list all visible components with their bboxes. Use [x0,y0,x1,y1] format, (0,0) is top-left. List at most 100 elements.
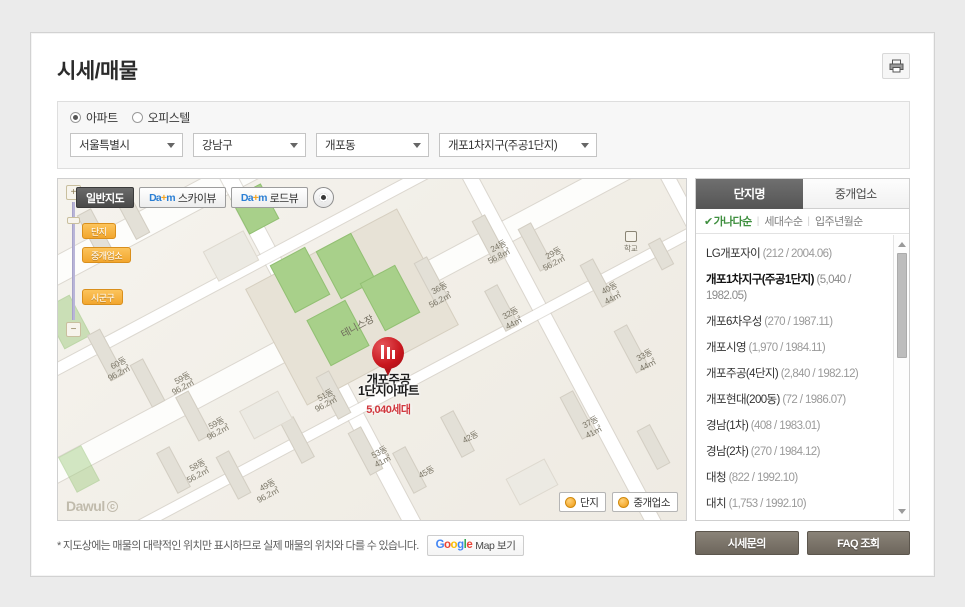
list-item-name: 경남(1차) [706,420,749,432]
google-map-button[interactable]: Google Map 보기 [426,534,525,556]
content-card: 시세/매물 아파트 오피스텔 서울특별시 강남구 개포동 개포1차지구(주공1단… [30,32,935,577]
list-item[interactable]: 경남(1차) (408 / 1983.01) [706,413,885,439]
radio-apartment[interactable]: 아파트 [70,109,118,126]
list-item-meta: (72 / 1986.07) [779,394,846,406]
region-select-row: 서울특별시 강남구 개포동 개포1차지구(주공1단지) [70,133,597,157]
chevron-down-icon [167,143,175,148]
legend-agency[interactable]: 중개업소 [612,492,678,512]
list-item-meta: (822 / 1992.10) [725,472,799,484]
scrollbar-thumb[interactable] [897,253,907,358]
faq-button[interactable]: FAQ 조회 [806,531,910,555]
map-type-roadview[interactable]: Da+m 로드뷰 [230,187,309,208]
map-watermark-text: Dawul [66,498,105,514]
copyright-icon: c [106,500,118,512]
tab-agency[interactable]: 중개업소 [802,179,909,209]
printer-icon [889,59,903,73]
map-legend: 단지 중개업소 [559,492,678,512]
google-logo-icon: Google [435,539,473,551]
map-type-normal-label: 일반지도 [86,192,125,205]
print-button[interactable] [882,53,910,79]
select-complex-value: 개포1차지구(주공1단지) [448,140,558,152]
list-item-name: 개포1차지구(주공1단지) [706,274,814,286]
map-type-skyview[interactable]: Da+m 스카이뷰 [139,187,226,208]
sort-alphabetical[interactable]: ✔가나다순 [704,213,752,229]
orange-dot-icon [565,496,577,508]
legend-danji-label: 단지 [580,496,599,509]
list-item-meta: (270 / 1987.11) [761,316,833,328]
map-viewport[interactable]: 테니스장 59동 96.2㎡ 59동 96.2㎡ 51동 96.2㎡ 53동 41㎡ 56.2㎡ 3… [57,178,687,521]
zoom-out-button[interactable]: − [66,322,81,337]
orange-dot-icon [618,496,630,508]
scroll-down-button[interactable] [896,505,908,517]
marker-name-line2: 1단지아파트 [358,384,419,398]
select-sido[interactable]: 서울특별시 [70,133,183,157]
list-item[interactable]: 경남(2차) (270 / 1984.12) [706,439,885,465]
panel-tabs: 단지명 중개업소 [696,179,909,209]
radio-officetel-label: 오피스텔 [147,111,191,125]
map-marker-selected-complex[interactable]: 개포주공 1단지아파트 5,040세대 [358,337,419,417]
sort-bar: ✔가나다순 | 세대수순 | 입주년월순 [696,209,909,234]
legend-agency-label: 중개업소 [633,496,670,509]
complex-list-scroll-area[interactable]: LG개포자이 (212 / 2004.06) 개포1차지구(주공1단지) (5,0… [696,235,909,520]
radio-officetel[interactable]: 오피스텔 [131,109,191,126]
chevron-down-icon [581,143,589,148]
list-item-name: LG개포자이 [706,248,761,260]
marker-households: 5,040세대 [366,404,411,416]
list-item-meta: (1,970 / 1984.11) [745,342,826,354]
map-pill-danji[interactable]: 단지 [82,223,116,239]
list-item-meta: (212 / 2004.06) [760,248,833,260]
map-pill-region[interactable]: 시군구 [82,289,124,305]
radio-dot-icon [70,112,81,123]
list-item[interactable]: LG개포자이 (212 / 2004.06) [706,241,885,267]
page-root: 시세/매물 아파트 오피스텔 서울특별시 강남구 개포동 개포1차지구(주공1단… [0,0,965,607]
complex-list-panel: 단지명 중개업소 ✔가나다순 | 세대수순 | 입주년월순 LG개포자이 (21… [695,178,910,521]
scroll-up-button[interactable] [896,238,908,250]
tab-complex-name[interactable]: 단지명 [696,179,803,209]
school-icon [624,231,637,242]
map-type-roadview-label: 로드뷰 [269,192,299,205]
price-inquiry-button[interactable]: 시세문의 [695,531,799,555]
list-item-name: 경남(2차) [706,446,749,458]
list-item-meta: (408 / 1983.01) [748,420,821,432]
list-item[interactable]: 개포시영 (1,970 / 1984.11) [706,335,885,361]
map-type-normal[interactable]: 일반지도 [76,187,135,208]
daum-logo-icon: Da+m [149,191,175,204]
roadview-target-icon[interactable] [313,187,335,208]
sort-movein-date[interactable]: 입주년월순 [815,213,863,229]
chevron-down-icon [413,143,421,148]
property-type-radio-group: 아파트 오피스텔 [70,109,190,126]
select-sido-value: 서울특별시 [79,140,130,152]
divider: | [756,215,760,227]
list-item-meta: (270 / 1984.12) [748,446,821,458]
list-item-name: 대청 [706,472,727,484]
list-item[interactable]: 대청 (822 / 1992.10) [706,465,885,491]
select-dong[interactable]: 개포동 [316,133,429,157]
map-disclaimer-text: * 지도상에는 매물의 대략적인 위치만 표시하므로 실제 매물의 위치와 다를… [57,540,419,552]
google-map-button-label: Map 보기 [475,539,516,552]
select-dong-value: 개포동 [325,140,356,152]
list-item-name: 개포6차우성 [706,316,762,328]
legend-danji[interactable]: 단지 [559,492,607,512]
caret-up-icon [898,241,906,247]
apartment-pin-icon [372,337,405,377]
list-item[interactable]: 개포현대(200동) (72 / 1986.07) [706,387,885,413]
panel-action-buttons: 시세문의 FAQ 조회 [695,531,910,555]
list-scrollbar[interactable] [893,235,909,520]
map-canvas[interactable]: 테니스장 59동 96.2㎡ 59동 96.2㎡ 51동 96.2㎡ 53동 41㎡ 56.2㎡ 3… [58,179,686,520]
map-poi-school[interactable]: 학교 [624,231,638,254]
map-disclaimer: * 지도상에는 매물의 대략적인 위치만 표시하므로 실제 매물의 위치와 다를… [57,531,687,559]
caret-down-icon [898,508,906,514]
select-complex[interactable]: 개포1차지구(주공1단지) [439,133,597,157]
select-gugun[interactable]: 강남구 [193,133,306,157]
list-item[interactable]: 개포주공(4단지) (2,840 / 1982.12) [706,361,885,387]
map-type-switcher: 일반지도 Da+m 스카이뷰 Da+m 로드뷰 [76,187,335,208]
list-item[interactable]: 개포6차우성 (270 / 1987.11) [706,309,885,335]
check-icon: ✔ [704,216,713,228]
map-pill-agency[interactable]: 중개업소 [82,247,132,263]
list-item[interactable]: 대치 (1,753 / 1992.10) [706,491,885,517]
radio-dot-icon [131,112,143,123]
sort-households[interactable]: 세대수순 [764,213,803,229]
list-item-name: 대치 [706,498,727,510]
list-item[interactable]: 개포1차지구(주공1단지) (5,040 / 1982.05) [706,267,885,309]
zoom-slider-handle[interactable] [67,217,80,224]
